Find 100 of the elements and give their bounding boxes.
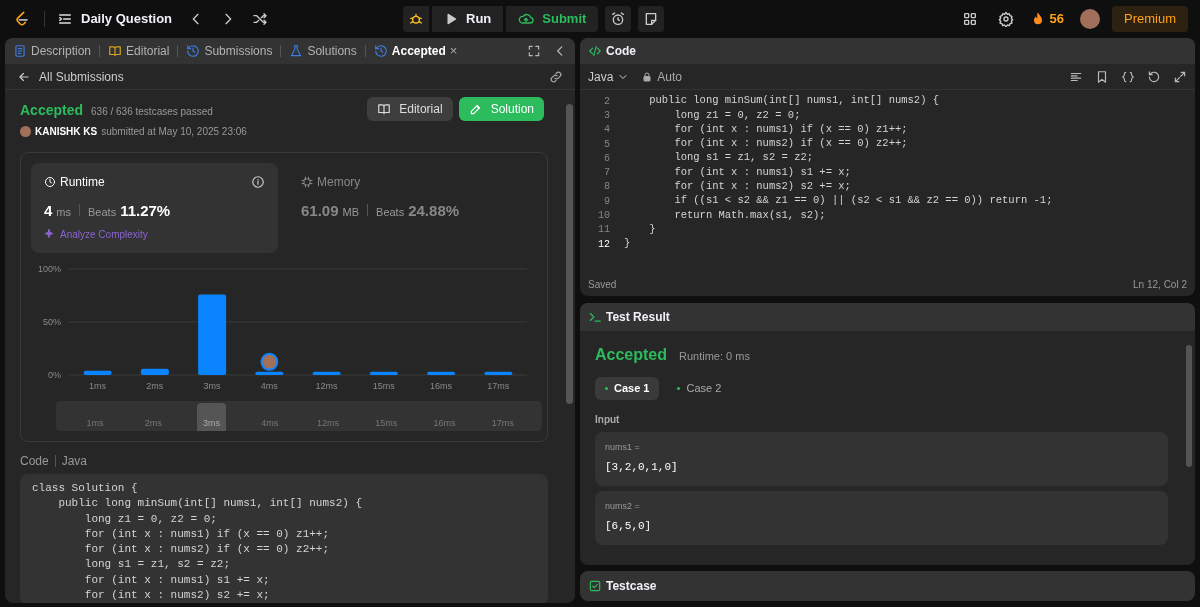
editorial-button[interactable]: Editorial xyxy=(367,97,453,121)
auto-mode-label: Auto xyxy=(657,68,683,86)
axis-tick-label: 50% xyxy=(43,317,61,327)
list-icon[interactable] xyxy=(57,11,73,27)
code-line: for (int x : nums2) if (x == 0) z2++; xyxy=(83,542,331,558)
premium-button[interactable]: Premium xyxy=(1112,6,1188,32)
panel-tab[interactable]: Solutions xyxy=(289,42,357,60)
testcases-passed: 636 / 636 testcases passed xyxy=(91,105,213,119)
code-line: for (int x : nums2) s2 += x; xyxy=(673,179,851,195)
history-icon xyxy=(373,44,388,58)
submission-time: submitted at May 10, 2025 23:06 xyxy=(101,125,247,139)
alarm-clock-icon xyxy=(610,11,627,27)
navigator-label: 17ms xyxy=(490,416,515,430)
cloud-upload-icon xyxy=(518,11,535,27)
axis-tick-label: 2ms xyxy=(146,381,164,391)
close-tab-button[interactable]: × xyxy=(449,41,458,61)
code-line: if ((s1 < s2 && z1 == 0) || (s2 < s1 && z2 == 0)) return -1; xyxy=(673,193,1053,209)
shuffle-icon[interactable] xyxy=(252,11,269,27)
save-status: Saved xyxy=(588,277,617,292)
stat-title: Runtime xyxy=(60,174,105,191)
code-line: for (int x : nums2) if (x == 0) z2++; xyxy=(673,136,908,152)
language-dropdown[interactable]: Java xyxy=(588,67,630,86)
line-number: 2 xyxy=(603,94,610,109)
braces-icon[interactable] xyxy=(1121,69,1135,84)
code-line: class Solution { xyxy=(32,481,139,496)
document-icon xyxy=(13,44,27,58)
code-line: for (int x : nums1) if (x == 0) z1++; xyxy=(673,121,908,137)
navigator-label: 4ms xyxy=(260,416,280,430)
stat-value: 61.09 xyxy=(301,201,339,221)
code-line: for (int x : nums2) s2 += x; xyxy=(83,588,271,603)
variable-name: nums1 = xyxy=(605,441,641,454)
panel-tab[interactable]: Submissions xyxy=(186,42,273,60)
notes-button[interactable] xyxy=(638,6,665,32)
problem-list-title[interactable]: Daily Question xyxy=(81,9,173,29)
line-number: 7 xyxy=(603,166,610,181)
link-icon[interactable] xyxy=(549,69,563,84)
bookmark-icon[interactable] xyxy=(1095,69,1109,84)
info-icon[interactable] xyxy=(251,175,265,189)
line-number: 10 xyxy=(597,209,610,224)
user-name[interactable]: KANISHK KS xyxy=(35,124,98,139)
testcase-panel[interactable]: Testcase xyxy=(580,571,1195,601)
all-submissions-link[interactable]: All Submissions xyxy=(17,67,124,86)
code-line: public long minSum(int[] nums1, int[] nums2) { xyxy=(57,496,364,512)
code-line: } xyxy=(648,221,656,237)
axis-tick-label: 12ms xyxy=(315,381,338,391)
chart-bar[interactable] xyxy=(140,368,169,375)
sparkle-icon xyxy=(44,228,56,240)
navigator-label: 15ms xyxy=(374,416,399,430)
code-line: long z1 = 0, z2 = 0; xyxy=(83,511,218,527)
lock-icon xyxy=(641,70,654,83)
reset-icon[interactable] xyxy=(1147,69,1161,84)
cursor-position: Ln 12, Col 2 xyxy=(1133,277,1187,292)
line-number: 4 xyxy=(603,123,610,138)
panel-tab[interactable]: Editorial xyxy=(108,42,170,60)
bug-icon xyxy=(408,11,425,27)
beats-label: Beats xyxy=(88,205,117,220)
line-number: 9 xyxy=(603,194,610,209)
alarm-button[interactable] xyxy=(605,6,632,32)
chart-bar[interactable] xyxy=(312,371,341,375)
result-status: Accepted xyxy=(595,345,668,365)
fullscreen-icon[interactable] xyxy=(527,44,541,58)
runtime-text: Runtime: 0 ms xyxy=(679,349,750,364)
code-line: for (int x : nums1) if (x == 0) z1++; xyxy=(83,526,331,542)
checkbox-icon xyxy=(588,579,602,593)
navigator-label: 1ms xyxy=(85,416,105,430)
line-number: 8 xyxy=(603,180,610,195)
streak-count: 56 xyxy=(1049,10,1064,29)
avatar[interactable] xyxy=(1080,9,1100,29)
chart-bar[interactable] xyxy=(255,371,284,375)
chart-bar[interactable] xyxy=(83,370,112,375)
settings-icon[interactable] xyxy=(997,11,1014,27)
scrollbar-thumb[interactable] xyxy=(565,104,573,404)
scrollbar-thumb[interactable] xyxy=(1186,345,1192,467)
stat-tab[interactable]: Runtime 4 ms Beats 11.27% Analyze Complexity xyxy=(31,163,278,253)
grid-icon[interactable] xyxy=(961,11,978,27)
case-tab[interactable]: Case 1 xyxy=(595,377,660,400)
debug-button[interactable] xyxy=(403,6,430,32)
chart-bar[interactable] xyxy=(369,371,398,375)
submit-button[interactable]: Submit xyxy=(506,6,599,32)
code-line: for (int x : nums1) s1 += x; xyxy=(83,572,271,588)
chart-bar[interactable] xyxy=(427,371,456,375)
code-icon xyxy=(588,44,602,58)
chart-bar[interactable] xyxy=(484,371,513,375)
line-number: 6 xyxy=(603,151,610,166)
chip-icon xyxy=(301,176,313,188)
run-button[interactable]: Run xyxy=(432,6,504,32)
axis-tick-label: 4ms xyxy=(260,381,278,391)
code-line: } xyxy=(624,236,631,252)
code-line: return Math.max(s1, s2); xyxy=(673,207,826,223)
navigator-label: 16ms xyxy=(432,416,457,430)
panel-tab[interactable]: Description xyxy=(13,42,92,60)
expand-icon[interactable] xyxy=(1173,69,1187,84)
chart-bar[interactable] xyxy=(198,294,227,375)
edit-icon xyxy=(468,102,483,116)
stat-tab[interactable]: Memory 61.09 MB Beats 24.88% xyxy=(288,163,535,253)
case-tab[interactable]: Case 2 xyxy=(667,377,732,400)
panel-tab[interactable]: Accepted xyxy=(373,42,446,60)
code-line: long s1 = z1, s2 = z2; xyxy=(673,150,814,166)
avatar-marker xyxy=(260,352,279,371)
terminal-icon xyxy=(588,310,602,324)
